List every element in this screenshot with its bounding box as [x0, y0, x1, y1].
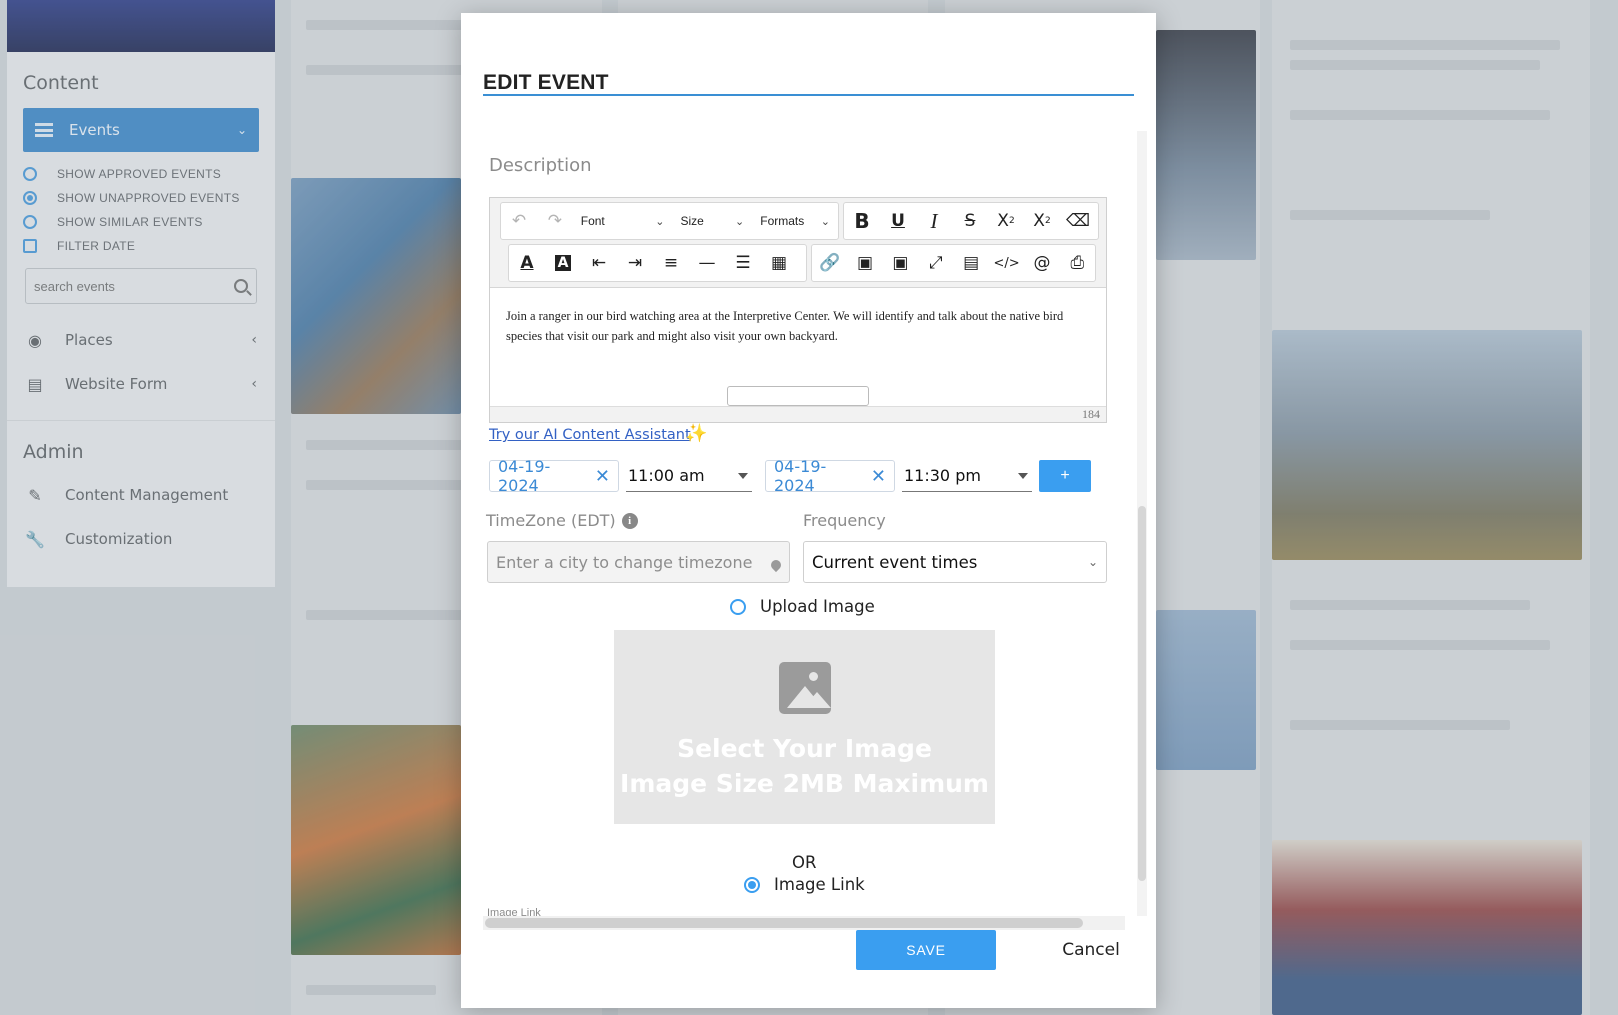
superscript-icon[interactable]: X2 — [1024, 203, 1060, 239]
or-separator: OR — [792, 853, 817, 872]
modal-title: EDIT EVENT — [483, 71, 609, 94]
print-icon[interactable]: ⎙ — [1060, 245, 1095, 281]
font-dropdown-label: Font — [580, 214, 605, 228]
image-dropzone[interactable]: Select Your Image Image Size 2MB Maximum — [614, 630, 995, 824]
description-label: Description — [489, 155, 592, 176]
frequency-select[interactable]: Current event times ⌄ — [803, 541, 1107, 583]
align-left-icon[interactable]: ≡ — [653, 245, 689, 281]
start-time-select[interactable]: 11:00 am — [626, 460, 752, 492]
fullscreen-icon[interactable]: ⤢ — [918, 245, 953, 281]
toolbar-group-format: B U I S X2 X2 ⌫ — [843, 202, 1099, 240]
end-date-value: 04-19-2024 — [774, 457, 827, 495]
start-date-value: 04-19-2024 — [498, 457, 551, 495]
formats-dropdown-label: Formats — [760, 214, 805, 228]
dropzone-title: Select Your Image — [677, 734, 932, 763]
bold-icon[interactable]: B — [844, 203, 880, 239]
subscript-icon[interactable]: X2 — [988, 203, 1024, 239]
table-icon[interactable]: ▦ — [761, 245, 797, 281]
upload-image-label: Upload Image — [760, 597, 875, 616]
timezone-input[interactable]: Enter a city to change timezone — [487, 541, 790, 583]
clear-start-date-icon[interactable]: ✕ — [595, 466, 610, 487]
start-time-value: 11:00 am — [628, 466, 705, 485]
link-icon[interactable]: 🔗 — [812, 245, 847, 281]
cancel-button[interactable]: Cancel — [1036, 930, 1146, 970]
highlight-icon[interactable]: A — [545, 245, 581, 281]
template-icon[interactable]: ▤ — [954, 245, 989, 281]
mention-icon[interactable]: @ — [1024, 245, 1059, 281]
edit-event-modal: EDIT EVENT Description ↶ ↷ Font ⌄ Size ⌄ F… — [461, 13, 1156, 1008]
code-icon[interactable]: </> — [989, 245, 1024, 281]
ai-assistant-link[interactable]: Try our AI Content Assistant — [489, 427, 691, 443]
clear-end-date-icon[interactable]: ✕ — [871, 466, 886, 487]
horizontal-rule-icon[interactable]: — — [689, 245, 725, 281]
caret-down-icon — [738, 472, 748, 479]
end-time-value: 11:30 pm — [904, 466, 981, 485]
timezone-placeholder: Enter a city to change timezone — [496, 552, 753, 572]
upload-image-option[interactable]: Upload Image — [730, 597, 875, 616]
location-pin-icon — [768, 557, 784, 573]
indent-icon[interactable]: ⇥ — [617, 245, 653, 281]
timezone-label: TimeZone (EDT) i — [486, 511, 638, 530]
video-icon[interactable]: ▣ — [883, 245, 918, 281]
radio-checked-icon[interactable] — [744, 876, 760, 893]
sparkle-icon: ✨ — [685, 423, 708, 443]
frequency-label: Frequency — [803, 511, 886, 530]
editor-toolbar: ↶ ↷ Font ⌄ Size ⌄ Formats ⌄ B U I S X2 X2 ⌫ — [490, 198, 1106, 288]
title-underline — [483, 94, 1134, 96]
redo-icon[interactable]: ↷ — [537, 203, 573, 239]
image-icon[interactable]: ▣ — [847, 245, 882, 281]
end-date-chip[interactable]: 04-19-2024 ✕ — [765, 457, 895, 495]
image-link-option[interactable]: Image Link — [744, 875, 865, 894]
italic-icon[interactable]: I — [916, 203, 952, 239]
character-count: 184 — [490, 406, 1106, 422]
horizontal-scrollbar[interactable] — [483, 916, 1125, 930]
rich-text-editor[interactable]: ↶ ↷ Font ⌄ Size ⌄ Formats ⌄ B U I S X2 X2 ⌫ — [489, 197, 1107, 423]
timezone-label-text: TimeZone (EDT) — [486, 511, 616, 530]
outdent-icon[interactable]: ⇤ — [581, 245, 617, 281]
frequency-value: Current event times — [812, 552, 978, 572]
size-dropdown-label: Size — [680, 214, 704, 228]
formats-dropdown[interactable]: Formats ⌄ — [752, 203, 838, 239]
radio-icon[interactable] — [730, 598, 746, 615]
start-date-chip[interactable]: 04-19-2024 ✕ — [489, 457, 619, 495]
font-dropdown[interactable]: Font ⌄ — [573, 203, 673, 239]
ordered-list-icon[interactable]: ☰ — [725, 245, 761, 281]
modal-scroll-area[interactable]: Description ↶ ↷ Font ⌄ Size ⌄ Formats ⌄ B U… — [483, 131, 1147, 931]
horizontal-scrollbar-thumb[interactable] — [485, 918, 1083, 928]
info-icon[interactable]: i — [621, 513, 638, 529]
text-color-icon[interactable]: A — [509, 245, 545, 281]
caret-down-icon — [1018, 472, 1028, 479]
strikethrough-icon[interactable]: S — [952, 203, 988, 239]
toolbar-group-paragraph: A A ⇤ ⇥ ≡ — ☰ ▦ — [508, 244, 807, 282]
add-date-button[interactable]: + — [1039, 460, 1091, 492]
underline-icon[interactable]: U — [880, 203, 916, 239]
image-placeholder-icon — [779, 662, 831, 714]
size-dropdown[interactable]: Size ⌄ — [672, 203, 752, 239]
chevron-down-icon: ⌄ — [655, 215, 665, 228]
save-button[interactable]: SAVE — [856, 930, 996, 970]
toolbar-group-history-font: ↶ ↷ Font ⌄ Size ⌄ Formats ⌄ — [500, 202, 839, 240]
end-time-select[interactable]: 11:30 pm — [902, 460, 1032, 492]
chevron-down-icon: ⌄ — [735, 215, 745, 228]
chevron-down-icon: ⌄ — [1087, 555, 1098, 569]
vertical-scrollbar-thumb[interactable] — [1138, 506, 1146, 881]
vertical-scrollbar[interactable] — [1137, 131, 1147, 916]
image-link-radio-label: Image Link — [774, 875, 865, 894]
editor-content[interactable]: Join a ranger in our bird watching area … — [506, 306, 1096, 346]
undo-icon[interactable]: ↶ — [501, 203, 537, 239]
editor-resize-handle[interactable] — [727, 386, 869, 406]
toolbar-group-insert: 🔗 ▣ ▣ ⤢ ▤ </> @ ⎙ — [811, 244, 1096, 282]
eraser-icon[interactable]: ⌫ — [1060, 203, 1096, 239]
dropzone-size-note: Image Size 2MB Maximum — [620, 769, 989, 798]
chevron-down-icon: ⌄ — [820, 215, 830, 228]
